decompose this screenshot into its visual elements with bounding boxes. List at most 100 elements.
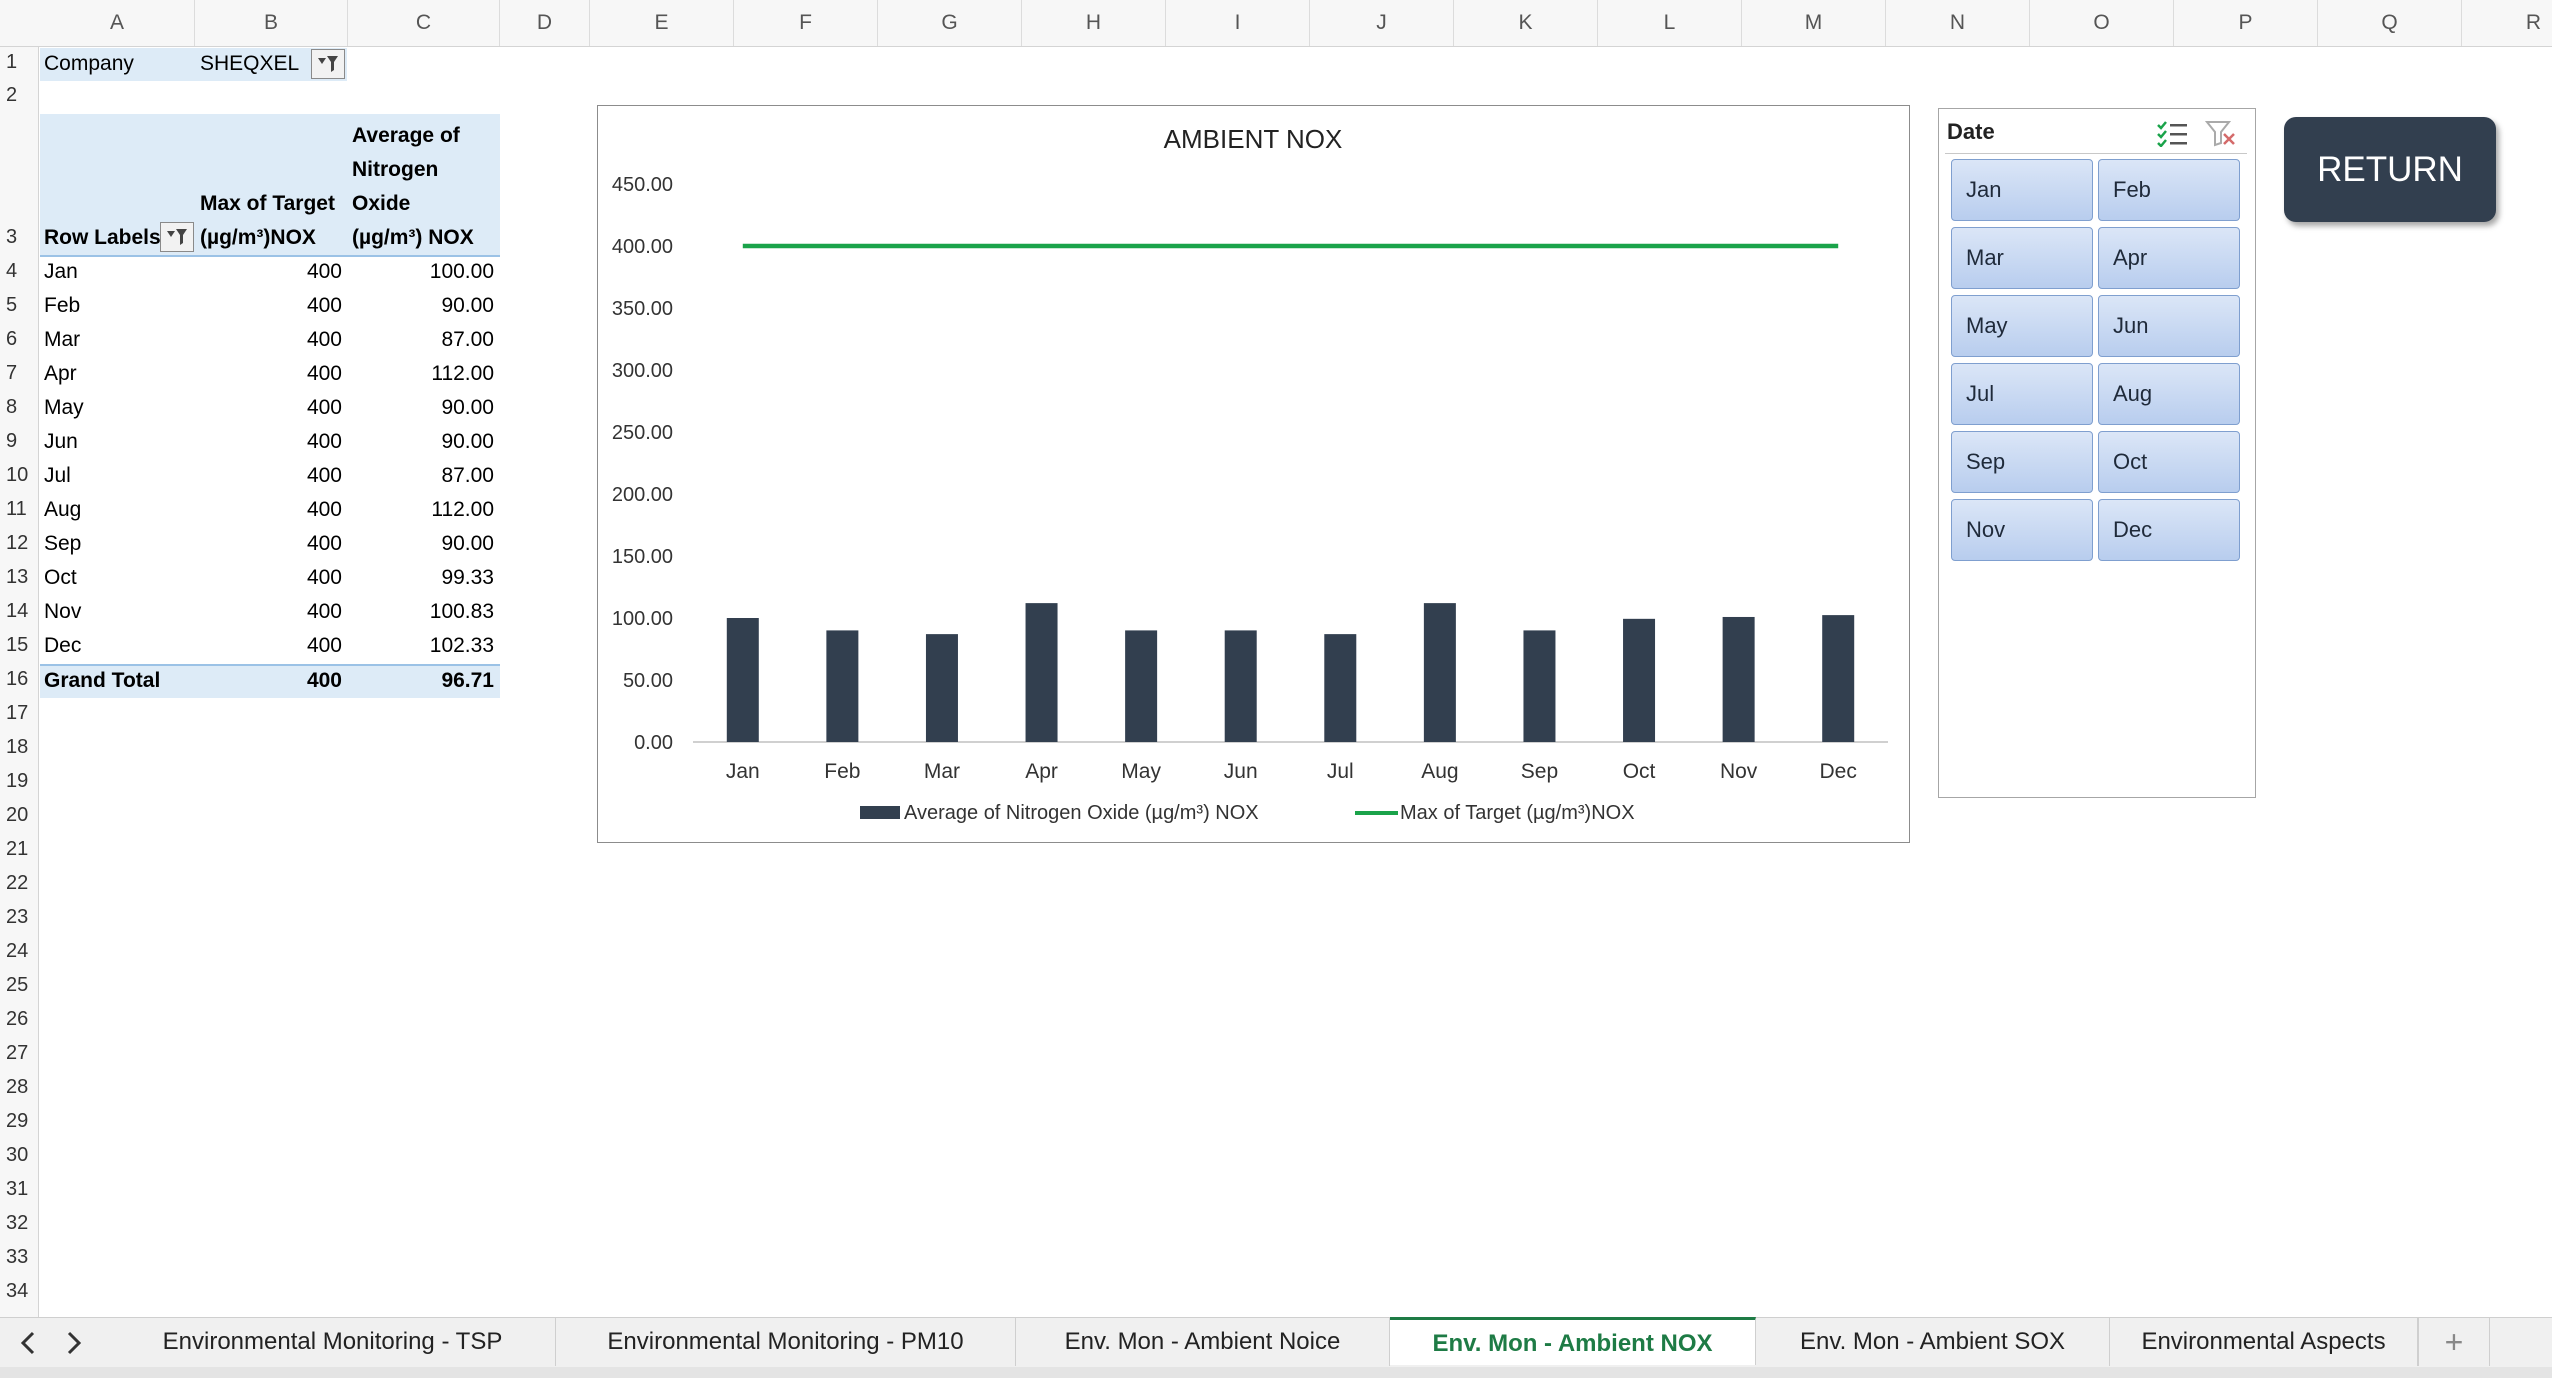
slicer-item-jul[interactable]: Jul	[1951, 363, 2093, 425]
column-header-f[interactable]: F	[734, 0, 878, 46]
row-labels-filter-button[interactable]	[160, 222, 194, 252]
column-header-r[interactable]: R	[2462, 0, 2552, 46]
slicer-item-mar[interactable]: Mar	[1951, 227, 2093, 289]
date-slicer[interactable]: Date Jan Feb Mar Apr May Jun Jul Aug Sep Oct Nov De…	[1938, 108, 2256, 798]
slicer-item-jan[interactable]: Jan	[1951, 159, 2093, 221]
return-button[interactable]: RETURN	[2284, 117, 2496, 222]
row-header-3[interactable]: 3	[0, 226, 38, 254]
bar-oct	[1623, 618, 1656, 742]
slicer-item-feb[interactable]: Feb	[2098, 159, 2240, 221]
column-header-i[interactable]: I	[1166, 0, 1310, 46]
company-filter-button[interactable]	[311, 49, 345, 79]
row-header-14[interactable]: 14	[0, 600, 38, 628]
pivot-row-label: Oct	[44, 566, 77, 589]
row-header-2[interactable]: 2	[0, 84, 38, 112]
row-header-1[interactable]: 1	[0, 51, 38, 79]
pivot-row-avg: 112.00	[431, 498, 494, 521]
row-header-15[interactable]: 15	[0, 634, 38, 662]
row-header-34[interactable]: 34	[0, 1280, 38, 1308]
column-header-m[interactable]: M	[1742, 0, 1886, 46]
sheet-tab-2[interactable]: Environmental Monitoring - PM10	[556, 1318, 1016, 1366]
row-header-23[interactable]: 23	[0, 906, 38, 934]
scroll-right-icon[interactable]	[64, 1331, 84, 1355]
pivot-row-label: Dec	[44, 634, 82, 657]
column-header-n[interactable]: N	[1886, 0, 2030, 46]
row-header-17[interactable]: 17	[0, 702, 38, 730]
sheet-tab-1[interactable]: Environmental Monitoring - TSP	[110, 1318, 556, 1366]
row-header-24[interactable]: 24	[0, 940, 38, 968]
column-header-c[interactable]: C	[348, 0, 500, 46]
scroll-left-icon[interactable]	[18, 1331, 38, 1355]
row-header-29[interactable]: 29	[0, 1110, 38, 1138]
row-header-10[interactable]: 10	[0, 464, 38, 492]
y-tick-label: 450.00	[612, 174, 673, 196]
slicer-item-aug[interactable]: Aug	[2098, 363, 2240, 425]
bar-feb	[826, 630, 859, 742]
pivot-row-label: Apr	[44, 362, 77, 385]
sheet-tab-6[interactable]: Environmental Aspects	[2110, 1318, 2418, 1366]
ambient-nox-chart[interactable]: AMBIENT NOX 0.00 50.00 100.00 150.00 200.00 25…	[597, 105, 1910, 843]
multi-select-icon[interactable]	[2155, 119, 2189, 147]
sheet-tab-5[interactable]: Env. Mon - Ambient SOX	[1756, 1318, 2110, 1366]
row-header-26[interactable]: 26	[0, 1008, 38, 1036]
row-header-20[interactable]: 20	[0, 804, 38, 832]
row-header-9[interactable]: 9	[0, 430, 38, 458]
column-header-p[interactable]: P	[2174, 0, 2318, 46]
column-header-h[interactable]: H	[1022, 0, 1166, 46]
pivot-row-avg: 90.00	[441, 396, 494, 419]
row-header-4[interactable]: 4	[0, 260, 38, 288]
row-header-21[interactable]: 21	[0, 838, 38, 866]
filter-icon	[318, 56, 338, 72]
column-header-j[interactable]: J	[1310, 0, 1454, 46]
slicer-item-oct[interactable]: Oct	[2098, 431, 2240, 493]
column-header-l[interactable]: L	[1598, 0, 1742, 46]
row-header-13[interactable]: 13	[0, 566, 38, 594]
add-sheet-button[interactable]: +	[2418, 1318, 2490, 1366]
pivot-header-line	[40, 255, 500, 257]
status-strip	[0, 1367, 2552, 1378]
pivot-row-label: Aug	[44, 498, 82, 521]
pivot-row-avg: 87.00	[441, 464, 494, 487]
row-header-11[interactable]: 11	[0, 498, 38, 526]
row-header-30[interactable]: 30	[0, 1144, 38, 1172]
pivot-row-avg: 90.00	[441, 532, 494, 555]
row-header-19[interactable]: 19	[0, 770, 38, 798]
x-tick-label: Apr	[1025, 760, 1058, 783]
slicer-item-jun[interactable]: Jun	[2098, 295, 2240, 357]
row-header-32[interactable]: 32	[0, 1212, 38, 1240]
column-header-q[interactable]: Q	[2318, 0, 2462, 46]
column-header-k[interactable]: K	[1454, 0, 1598, 46]
row-header-16[interactable]: 16	[0, 668, 38, 696]
row-header-22[interactable]: 22	[0, 872, 38, 900]
pivot-row-target: 400	[306, 260, 342, 283]
slicer-item-dec[interactable]: Dec	[2098, 499, 2240, 561]
row-header-8[interactable]: 8	[0, 396, 38, 424]
sheet-tab-4[interactable]: Env. Mon - Ambient NOX	[1390, 1317, 1756, 1365]
x-tick-label: May	[1121, 760, 1161, 783]
pivot-row-avg: 99.33	[441, 566, 494, 589]
row-header-12[interactable]: 12	[0, 532, 38, 560]
row-header-6[interactable]: 6	[0, 328, 38, 356]
column-header-g[interactable]: G	[878, 0, 1022, 46]
legend-label-bar: Average of Nitrogen Oxide (µg/m³) NOX	[904, 802, 1259, 824]
sheet-tab-3[interactable]: Env. Mon - Ambient Noice	[1016, 1318, 1390, 1366]
column-header-e[interactable]: E	[590, 0, 734, 46]
column-header-a[interactable]: A	[40, 0, 195, 46]
column-header-d[interactable]: D	[500, 0, 590, 46]
row-header-27[interactable]: 27	[0, 1042, 38, 1070]
row-header-31[interactable]: 31	[0, 1178, 38, 1206]
slicer-item-sep[interactable]: Sep	[1951, 431, 2093, 493]
pivot-row-target: 400	[306, 532, 342, 555]
row-header-25[interactable]: 25	[0, 974, 38, 1002]
column-header-o[interactable]: O	[2030, 0, 2174, 46]
row-header-18[interactable]: 18	[0, 736, 38, 764]
row-header-33[interactable]: 33	[0, 1246, 38, 1274]
column-header-b[interactable]: B	[195, 0, 348, 46]
clear-filter-icon[interactable]	[2205, 119, 2237, 147]
row-header-5[interactable]: 5	[0, 294, 38, 322]
slicer-item-apr[interactable]: Apr	[2098, 227, 2240, 289]
slicer-item-may[interactable]: May	[1951, 295, 2093, 357]
slicer-item-nov[interactable]: Nov	[1951, 499, 2093, 561]
row-header-7[interactable]: 7	[0, 362, 38, 390]
row-header-28[interactable]: 28	[0, 1076, 38, 1104]
